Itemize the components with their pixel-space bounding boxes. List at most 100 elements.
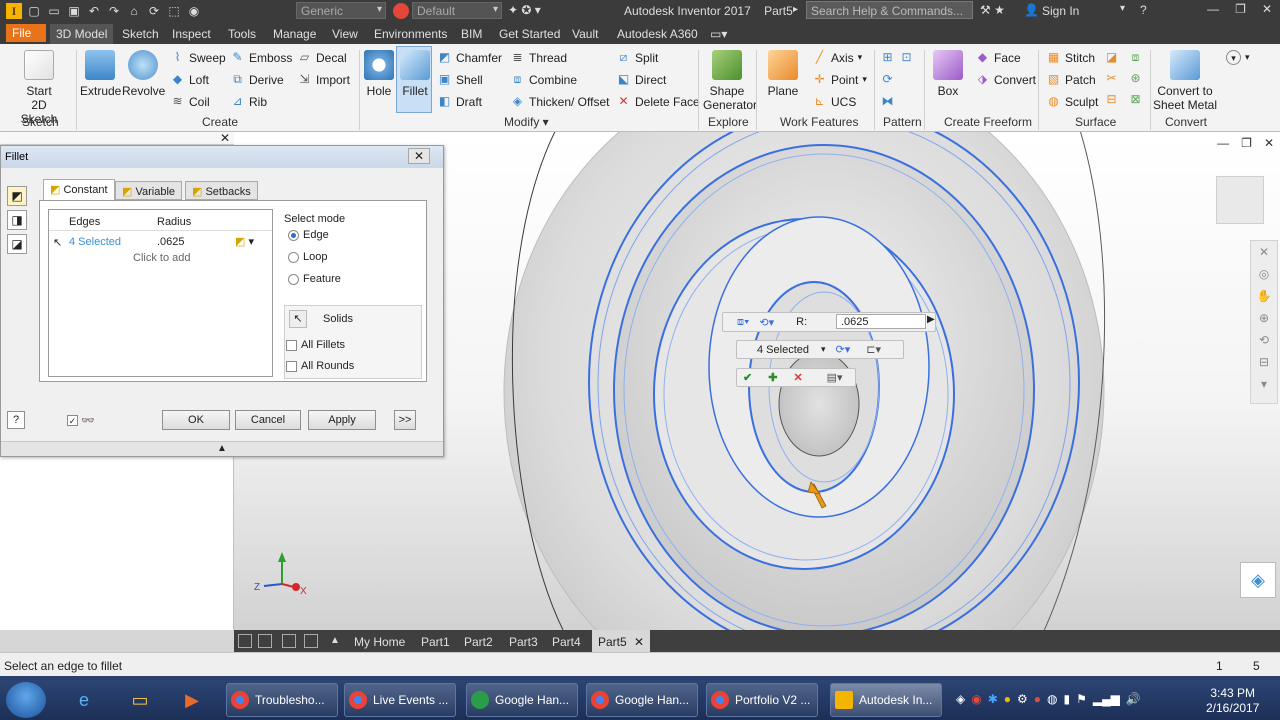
box-button[interactable]: Box bbox=[930, 50, 966, 98]
trim-icon[interactable]: ◪ bbox=[1104, 50, 1119, 65]
task-google-hangouts-2[interactable]: Google Han... bbox=[586, 683, 698, 717]
radius-input[interactable]: .0625 bbox=[836, 314, 926, 329]
apply-plus-icon[interactable]: ✚ bbox=[768, 371, 777, 384]
cancel-x-icon[interactable]: ✕ bbox=[793, 371, 802, 384]
solids-icon[interactable]: ⟳▾ bbox=[836, 343, 851, 356]
all-fillets-checkbox[interactable]: All Fillets bbox=[286, 339, 345, 351]
start-button[interactable] bbox=[6, 682, 46, 718]
search-tools-icon[interactable]: ⚒ ★ bbox=[980, 3, 1005, 17]
battery-icon[interactable]: ▮ bbox=[1064, 692, 1071, 706]
mode-loop-radio[interactable]: Loop bbox=[288, 251, 327, 263]
help-question-icon[interactable]: ? bbox=[7, 411, 25, 429]
extend-icon[interactable]: ✂ bbox=[1104, 71, 1119, 86]
revolve-button[interactable]: Revolve bbox=[122, 50, 165, 98]
file-explorer-icon[interactable]: ▭ bbox=[120, 684, 160, 716]
shape-generator-button[interactable]: Shape Generator bbox=[703, 50, 757, 112]
draft-button[interactable]: ◧ Draft bbox=[437, 94, 482, 109]
full-round-fillet-icon[interactable]: ◪ bbox=[7, 234, 27, 254]
radius-dropdown-icon[interactable]: ◩ ▾ bbox=[235, 235, 263, 249]
mirror-button[interactable]: ⧓ bbox=[880, 94, 895, 109]
plane-button[interactable]: Plane bbox=[764, 50, 802, 98]
face-button[interactable]: ◆ Face bbox=[975, 50, 1021, 65]
sign-in-dropdown-icon[interactable]: ▾ bbox=[1120, 3, 1125, 14]
mode-edge-radio[interactable]: Edge bbox=[288, 229, 329, 241]
undo-icon[interactable]: ↶ bbox=[86, 3, 102, 19]
viewcube[interactable] bbox=[1216, 176, 1264, 224]
sculpt-button[interactable]: ◍ Sculpt bbox=[1046, 94, 1098, 109]
signal-icon[interactable]: ▂▄▆ bbox=[1093, 692, 1120, 706]
doc-tab-part5[interactable]: Part5 ✕ bbox=[592, 630, 651, 652]
fillet-button[interactable]: Fillet bbox=[398, 50, 432, 98]
redo-icon[interactable]: ↷ bbox=[106, 3, 122, 19]
coil-button[interactable]: ≋ Coil bbox=[170, 94, 209, 109]
viewport-restore-icon[interactable]: ❐ bbox=[1241, 136, 1252, 150]
style-combo[interactable]: Generic bbox=[296, 2, 386, 19]
task-troubleshoot[interactable]: Troublesho... bbox=[226, 683, 338, 717]
doc-tab-part1[interactable]: Part1 bbox=[421, 635, 450, 649]
flag-icon[interactable]: ⚑ bbox=[1076, 692, 1087, 706]
tab-variable[interactable]: ◩ Variable bbox=[115, 181, 183, 200]
face-fillet-icon[interactable]: ◨ bbox=[7, 210, 27, 230]
split-button[interactable]: ⧄ Split bbox=[616, 50, 659, 65]
ruled-surface-icon[interactable]: ⊠ bbox=[1128, 92, 1143, 107]
zoom-icon[interactable]: ⊕ bbox=[1251, 307, 1277, 329]
doc-tab-part2[interactable]: Part2 bbox=[464, 635, 493, 649]
tab-inspect[interactable]: Inspect bbox=[172, 27, 211, 41]
hole-button[interactable]: Hole bbox=[362, 50, 396, 98]
media-player-icon[interactable]: ▶ bbox=[172, 684, 212, 716]
viewport-minimize-icon[interactable]: — bbox=[1217, 136, 1229, 150]
tab-manage[interactable]: Manage bbox=[273, 27, 316, 41]
extrude-button[interactable]: Extrude bbox=[80, 50, 121, 98]
look-at-icon[interactable]: ⊟ bbox=[1251, 351, 1277, 373]
combine-button[interactable]: ⧈ Combine bbox=[510, 72, 577, 87]
tab-constant[interactable]: ◩ Constant bbox=[43, 179, 115, 201]
fillet-type-icon[interactable]: ⟲▾ bbox=[759, 316, 774, 329]
tab-environments[interactable]: Environments bbox=[374, 27, 447, 41]
help-icon[interactable]: ? bbox=[1140, 3, 1147, 17]
list-options-icon[interactable]: ▤▾ bbox=[827, 371, 843, 384]
dialog-close-button[interactable]: ✕ bbox=[408, 148, 430, 164]
task-autodesk-inventor[interactable]: Autodesk In... bbox=[830, 683, 942, 717]
viewport-close-icon[interactable]: ✕ bbox=[1264, 136, 1274, 150]
search-input[interactable]: Search Help & Commands... bbox=[806, 1, 973, 19]
tab-3d-model[interactable]: 3D Model bbox=[50, 24, 114, 44]
doc-tab-close-icon[interactable]: ✕ bbox=[634, 635, 644, 649]
decal-button[interactable]: ▱ Decal bbox=[297, 50, 347, 65]
update-icon[interactable]: ⟳ bbox=[146, 3, 162, 19]
rectangular-pattern-button[interactable]: ⊞ ⊡ bbox=[880, 50, 914, 65]
tab-vault[interactable]: Vault bbox=[572, 27, 598, 41]
ok-button[interactable]: OK bbox=[162, 410, 230, 430]
tab-get-started[interactable]: Get Started bbox=[499, 27, 560, 41]
loft-button[interactable]: ◆ Loft bbox=[170, 72, 209, 87]
stitch-button[interactable]: ▦ Stitch bbox=[1046, 50, 1095, 65]
tray-app-icon-3[interactable]: ● bbox=[1004, 692, 1011, 706]
convert-freeform-button[interactable]: ⬗ Convert bbox=[975, 72, 1036, 87]
derive-button[interactable]: ⧉ Derive bbox=[230, 72, 283, 87]
task-live-events[interactable]: Live Events ... bbox=[344, 683, 456, 717]
selection-dropdown[interactable]: 4 Selected bbox=[757, 344, 809, 356]
doc-tab-part3[interactable]: Part3 bbox=[509, 635, 538, 649]
tray-app-icon-5[interactable]: ◍ bbox=[1047, 692, 1057, 706]
repair-icon[interactable]: ⧈ bbox=[1128, 50, 1143, 65]
task-portfolio[interactable]: Portfolio V2 ... bbox=[706, 683, 818, 717]
arrange-horizontal-icon[interactable] bbox=[282, 634, 296, 648]
tab-tools[interactable]: Tools bbox=[228, 27, 256, 41]
bluetooth-icon[interactable]: ✱ bbox=[988, 692, 998, 706]
chamfer-button[interactable]: ◩ Chamfer bbox=[437, 50, 502, 65]
arrange-vertical-icon[interactable] bbox=[304, 634, 318, 648]
radius-arrow-icon[interactable]: ▶ bbox=[927, 314, 935, 325]
share-cube-icon[interactable]: ◈ bbox=[1240, 562, 1276, 598]
cancel-button[interactable]: Cancel bbox=[235, 410, 301, 430]
all-rounds-checkbox[interactable]: All Rounds bbox=[286, 360, 354, 372]
doc-tab-my-home[interactable]: My Home bbox=[354, 635, 405, 649]
appearance-combo[interactable]: Default bbox=[412, 2, 502, 19]
system-clock[interactable]: 3:43 PM 2/16/2017 bbox=[1206, 686, 1259, 716]
edges-selected-cell[interactable]: 4 Selected bbox=[69, 236, 121, 248]
shell-button[interactable]: ▣ Shell bbox=[437, 72, 483, 87]
tray-app-icon[interactable]: ◈ bbox=[956, 692, 965, 706]
tab-view[interactable]: View bbox=[332, 27, 358, 41]
mode-feature-radio[interactable]: Feature bbox=[288, 273, 341, 285]
preview-checkbox[interactable]: ✓ 👓 bbox=[67, 414, 95, 427]
edge-fillet-icon[interactable]: ◩ bbox=[7, 186, 27, 206]
tab-setbacks[interactable]: ◩ Setbacks bbox=[185, 181, 258, 200]
